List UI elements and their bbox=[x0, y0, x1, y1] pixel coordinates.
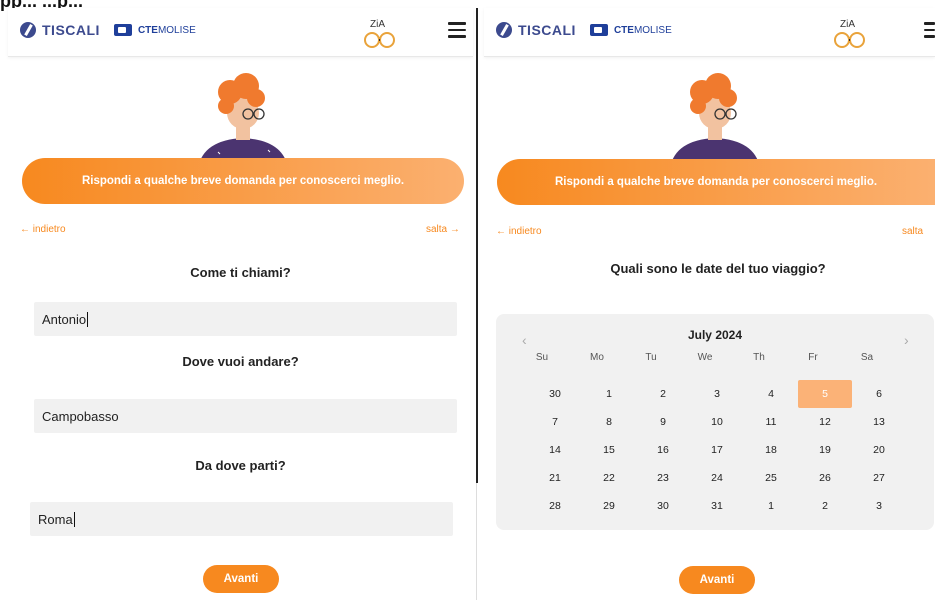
svg-text:ZiA: ZiA bbox=[840, 19, 855, 30]
brand-logos[interactable]: TISCALI CTEMOLISE bbox=[496, 22, 672, 38]
skip-link[interactable]: salta bbox=[902, 226, 923, 237]
calendar-day[interactable]: 22 bbox=[582, 464, 636, 492]
calendar-day[interactable]: 21 bbox=[528, 464, 582, 492]
calendar-day[interactable]: 7 bbox=[528, 408, 582, 436]
hamburger-menu-icon[interactable] bbox=[924, 22, 935, 38]
avatar-illustration bbox=[198, 73, 288, 168]
next-month-arrow[interactable]: › bbox=[904, 332, 909, 348]
hamburger-menu-icon[interactable] bbox=[448, 22, 466, 38]
calendar-day[interactable]: 28 bbox=[528, 492, 582, 520]
destination-field[interactable]: Campobasso bbox=[34, 399, 457, 433]
calendar-day[interactable]: 25 bbox=[744, 464, 798, 492]
calendar-day[interactable]: 30 bbox=[636, 492, 690, 520]
date-picker: ‹ July 2024 › Su Mo Tu We Th Fr Sa 30 1 2 3 4 5 6 7 8 9… bbox=[496, 314, 934, 530]
calendar-day[interactable]: 12 bbox=[798, 408, 852, 436]
weekday-label: Mo bbox=[590, 352, 604, 363]
calendar-day[interactable]: 18 bbox=[744, 436, 798, 464]
calendar-day[interactable]: 2 bbox=[636, 380, 690, 408]
cte-molise-label: CTEMOLISE bbox=[613, 24, 672, 36]
calendar-day[interactable]: 3 bbox=[690, 380, 744, 408]
origin-question: Da dove parti? bbox=[195, 458, 286, 473]
dates-question: Quali sono le date del tuo viaggio? bbox=[610, 261, 826, 276]
cte-molise-logo-icon bbox=[589, 24, 608, 36]
next-button[interactable]: Avanti bbox=[203, 565, 279, 593]
calendar-day[interactable]: 26 bbox=[798, 464, 852, 492]
calendar-day[interactable]: 1 bbox=[582, 380, 636, 408]
weekday-label: Th bbox=[753, 352, 765, 363]
name-question: Come ti chiami? bbox=[190, 265, 291, 280]
calendar-day[interactable]: 10 bbox=[690, 408, 744, 436]
text-caret bbox=[73, 511, 75, 527]
text-caret bbox=[87, 311, 89, 327]
app-header: TISCALI CTEMOLISE ZiA bbox=[8, 8, 473, 57]
intro-banner: Rispondi a qualche breve domanda per con… bbox=[497, 159, 935, 205]
calendar-day[interactable]: 29 bbox=[582, 492, 636, 520]
calendar-day[interactable]: 20 bbox=[852, 436, 906, 464]
weekday-label: Tu bbox=[645, 352, 657, 363]
calendar-day[interactable]: 16 bbox=[636, 436, 690, 464]
calendar-day[interactable]: 11 bbox=[744, 408, 798, 436]
back-link[interactable]: ← indietro bbox=[496, 226, 542, 237]
panel-divider-lower bbox=[476, 483, 477, 600]
calendar-day[interactable]: 4 bbox=[744, 380, 798, 408]
calendar-day[interactable]: 9 bbox=[636, 408, 690, 436]
calendar-day[interactable]: 6 bbox=[852, 380, 906, 408]
calendar-day[interactable]: 24 bbox=[690, 464, 744, 492]
weekday-label: We bbox=[697, 352, 713, 363]
calendar-day[interactable]: 27 bbox=[852, 464, 906, 492]
left-screen: TISCALI CTEMOLISE ZiA Rispondi a qualche… bbox=[8, 8, 473, 600]
tiscali-logo-icon bbox=[20, 22, 36, 38]
calendar-day[interactable]: 14 bbox=[528, 436, 582, 464]
name-field[interactable]: Antonio bbox=[34, 302, 457, 336]
cte-molise-label: CTEMOLISE bbox=[137, 24, 196, 36]
back-link[interactable]: ← indietro bbox=[20, 224, 66, 235]
calendar-day[interactable]: 17 bbox=[690, 436, 744, 464]
zia-glasses-logo-icon[interactable]: ZiA bbox=[830, 14, 868, 52]
next-button[interactable]: Avanti bbox=[679, 566, 755, 594]
app-header: TISCALI CTEMOLISE ZiA bbox=[484, 8, 935, 57]
calendar-day[interactable]: 13 bbox=[852, 408, 906, 436]
weekday-label: Sa bbox=[860, 352, 874, 363]
calendar-day[interactable]: 19 bbox=[798, 436, 852, 464]
destination-question: Dove vuoi andare? bbox=[182, 354, 299, 369]
month-title: July 2024 bbox=[687, 328, 743, 342]
weekday-label: Su bbox=[535, 352, 549, 363]
cte-molise-logo-icon bbox=[113, 24, 132, 36]
calendar-day[interactable]: 30 bbox=[528, 380, 582, 408]
skip-link[interactable]: salta → bbox=[426, 224, 460, 235]
tiscali-logo-icon bbox=[496, 22, 512, 38]
calendar-day[interactable]: 3 bbox=[852, 492, 906, 520]
calendar-day-selected[interactable]: 5 bbox=[798, 380, 852, 408]
calendar-day[interactable]: 23 bbox=[636, 464, 690, 492]
tiscali-label: TISCALI bbox=[42, 22, 100, 38]
calendar-day[interactable]: 31 bbox=[690, 492, 744, 520]
intro-banner: Rispondi a qualche breve domanda per con… bbox=[22, 158, 464, 204]
calendar-day[interactable]: 15 bbox=[582, 436, 636, 464]
calendar-day[interactable]: 2 bbox=[798, 492, 852, 520]
calendar-day[interactable]: 1 bbox=[744, 492, 798, 520]
origin-field[interactable]: Roma bbox=[30, 502, 453, 536]
avatar-illustration bbox=[670, 73, 760, 168]
panel-divider bbox=[476, 8, 478, 483]
zia-glasses-logo-icon[interactable]: ZiA bbox=[360, 14, 398, 52]
weekday-label: Fr bbox=[808, 352, 818, 363]
calendar-day[interactable]: 8 bbox=[582, 408, 636, 436]
tiscali-label: TISCALI bbox=[518, 22, 576, 38]
brand-logos[interactable]: TISCALI CTEMOLISE bbox=[20, 22, 196, 38]
svg-text:ZiA: ZiA bbox=[370, 19, 385, 30]
